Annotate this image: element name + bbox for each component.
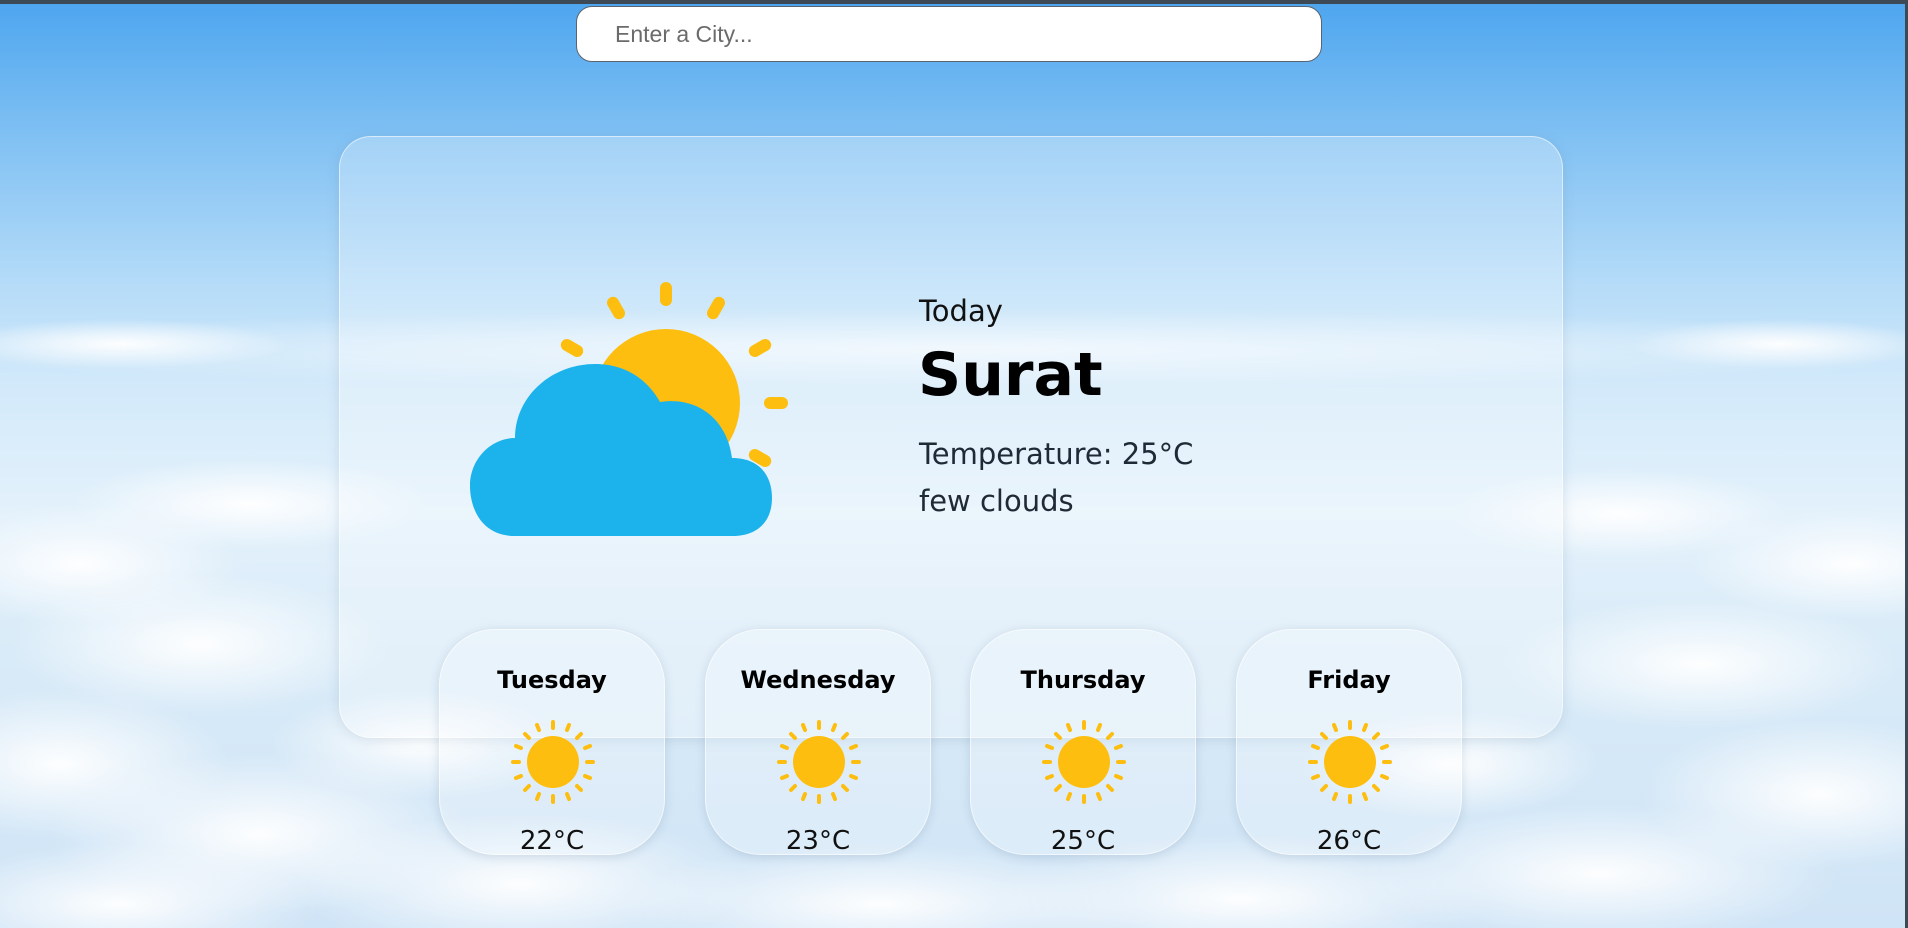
forecast-day: Thursday [1020,666,1146,694]
weather-app: Today Surat Temperature: 25°C few clouds… [0,0,1908,928]
sun-icon [1308,720,1392,804]
forecast-card-friday: Friday 26°C [1236,629,1462,856]
city-search-input[interactable] [577,7,1321,61]
current-temperature: Temperature: 25°C [919,437,1194,471]
forecast-day: Tuesday [497,666,607,694]
city-name: Surat [918,340,1103,410]
forecast-temperature: 25°C [1050,826,1116,856]
forecast-day: Wednesday [740,666,896,694]
weather-description: few clouds [919,484,1074,518]
sun-icon [777,720,861,804]
forecast-temperature: 26°C [1316,826,1382,856]
sun-icon [1042,720,1126,804]
forecast-card-tuesday: Tuesday 22°C [439,629,665,856]
forecast-day: Friday [1307,666,1391,694]
forecast-card-wednesday: Wednesday 23°C [705,629,931,856]
today-label: Today [919,294,1003,328]
forecast-card-thursday: Thursday 25°C [970,629,1196,856]
partly-cloudy-icon [470,282,788,536]
forecast-temperature: 22°C [519,826,585,856]
city-search-box[interactable] [576,6,1322,62]
sun-icon [511,720,595,804]
forecast-temperature: 23°C [785,826,851,856]
